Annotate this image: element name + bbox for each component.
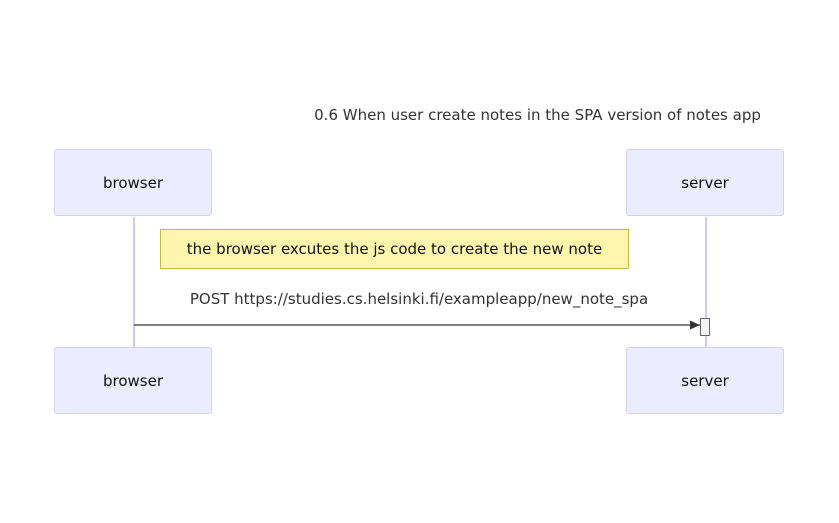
server-actor-bottom: server: [626, 347, 784, 414]
server-actor-label: server: [681, 371, 729, 390]
server-activation: [700, 318, 710, 336]
message-arrow: [134, 320, 700, 330]
browser-actor-bottom: browser: [54, 347, 212, 414]
message-arrowhead: [690, 320, 700, 330]
browser-actor-label: browser: [102, 371, 163, 390]
